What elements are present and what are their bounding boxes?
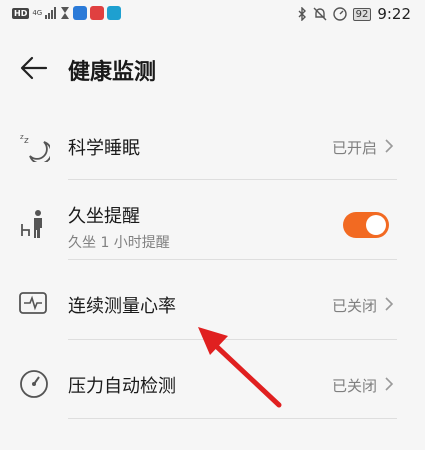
status-time: 9:22 [377, 5, 411, 23]
svg-text:z: z [24, 136, 29, 146]
divider [68, 179, 397, 180]
status-right-icons: 92 9:22 [297, 5, 411, 23]
sedentary-label: 久坐提醒 [68, 206, 140, 227]
divider [68, 339, 397, 340]
sleep-label: 科学睡眠 [68, 138, 140, 159]
signal-bars-icon [45, 7, 57, 19]
heart-rate-status: 已关闭 [331, 297, 377, 315]
page-title: 健康监测 [68, 60, 157, 85]
app-icon-cyan [107, 6, 122, 20]
sedentary-person-icon [21, 210, 42, 238]
divider [68, 259, 397, 260]
hd-badge: HD [12, 7, 30, 19]
list-item-sedentary-reminder: 久坐提醒 久坐 1 小时提醒 [0, 190, 425, 258]
back-button[interactable] [18, 52, 50, 84]
chevron-right-icon [385, 377, 394, 391]
heart-rate-monitor-icon [19, 292, 47, 314]
app-icon-red [90, 6, 105, 20]
sleep-moon-icon: z z [20, 133, 50, 162]
chevron-right-icon [385, 297, 394, 311]
back-arrow-icon [20, 56, 48, 80]
heart-rate-label: 连续测量心率 [68, 296, 176, 317]
chevron-right-icon [385, 139, 394, 153]
toggle-knob [366, 215, 386, 235]
header: 健康监测 [0, 44, 425, 92]
signal-label: 4G [32, 9, 43, 17]
hourglass-icon [61, 7, 70, 19]
bluetooth-icon [298, 7, 306, 21]
list-item-auto-stress-detection[interactable]: 压力自动检测 已关闭 [0, 354, 425, 414]
stress-label: 压力自动检测 [68, 376, 176, 397]
pressure-gauge-icon [20, 370, 48, 398]
list-item-science-sleep[interactable]: z z 科学睡眠 已开启 [0, 118, 425, 178]
battery-indicator: 92 [352, 7, 372, 21]
speed-gauge-icon [332, 7, 347, 21]
sedentary-toggle[interactable] [343, 212, 389, 238]
status-left-icons: HD 4G [12, 6, 122, 20]
stress-status: 已关闭 [331, 377, 377, 395]
app-icon-blue [73, 6, 88, 20]
mute-bell-icon [313, 7, 327, 21]
sleep-status: 已开启 [331, 139, 377, 157]
status-bar: HD 4G 92 9:22 [0, 0, 425, 28]
sedentary-subtitle: 久坐 1 小时提醒 [68, 235, 170, 251]
list-item-continuous-heart-rate[interactable]: 连续测量心率 已关闭 [0, 274, 425, 334]
divider [68, 418, 397, 419]
